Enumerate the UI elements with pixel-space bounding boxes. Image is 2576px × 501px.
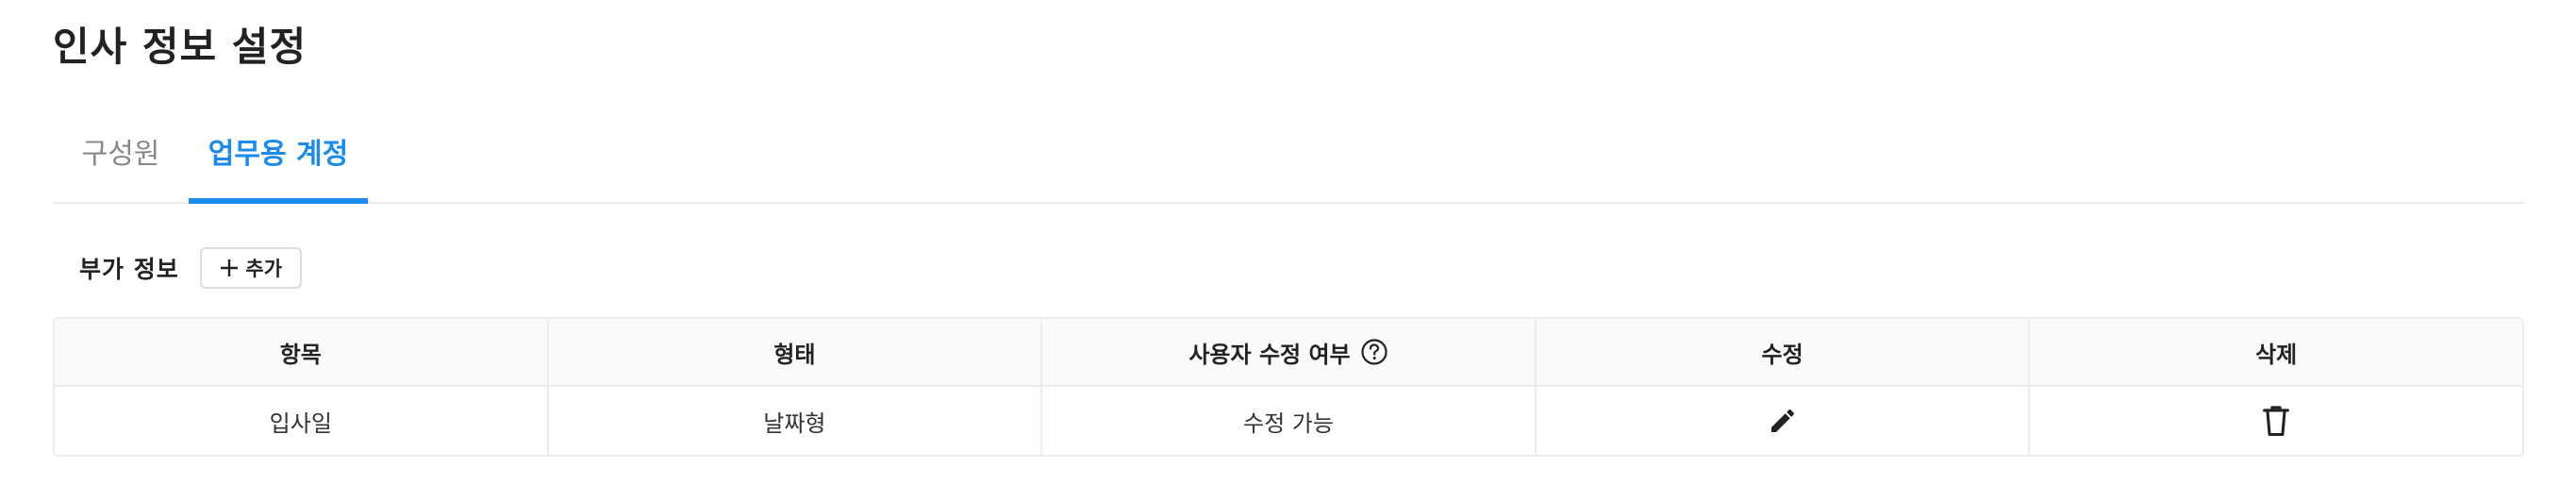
add-button-label: 추가 (245, 258, 283, 280)
cell-user-editable: 수정 가능 (1042, 387, 1537, 455)
column-header-type: 형태 (549, 319, 1043, 385)
additional-info-table: 항목 형태 사용자 수정 여부 수정 삭제 입사일 날짜형 수정 가능 (53, 317, 2524, 457)
table-row: 입사일 날짜형 수정 가능 (55, 387, 2522, 455)
page: 인사 정보 설정 구성원 업무용 계정 부가 정보 추가 항목 형태 사용자 수… (0, 0, 2576, 501)
plus-icon (219, 258, 240, 278)
help-icon[interactable] (1360, 338, 1388, 366)
column-header-user-editable-label: 사용자 수정 여부 (1188, 341, 1351, 368)
cell-edit (1537, 387, 2031, 455)
tab-members[interactable]: 구성원 (53, 121, 189, 204)
column-header-delete-label: 삭제 (2255, 341, 2298, 368)
trash-icon[interactable] (2255, 400, 2297, 442)
tab-work-account[interactable]: 업무용 계정 (189, 121, 368, 204)
add-button[interactable]: 추가 (199, 247, 302, 289)
column-header-item-label: 항목 (279, 341, 322, 368)
cell-delete (2030, 387, 2522, 455)
column-header-edit-label: 수정 (1761, 341, 1803, 368)
column-header-type-label: 형태 (773, 341, 816, 368)
pencil-icon[interactable] (1762, 400, 1803, 442)
cell-type: 날짜형 (549, 387, 1043, 455)
tab-bar: 구성원 업무용 계정 (53, 121, 2524, 204)
table-header-row: 항목 형태 사용자 수정 여부 수정 삭제 (55, 319, 2522, 387)
column-header-delete: 삭제 (2030, 319, 2522, 385)
page-title: 인사 정보 설정 (53, 24, 307, 70)
section-label: 부가 정보 (79, 256, 179, 283)
additional-info-header: 부가 정보 추가 (79, 247, 302, 289)
column-header-item: 항목 (55, 319, 549, 385)
column-header-edit: 수정 (1537, 319, 2031, 385)
column-header-user-editable: 사용자 수정 여부 (1042, 319, 1537, 385)
cell-item: 입사일 (55, 387, 549, 455)
